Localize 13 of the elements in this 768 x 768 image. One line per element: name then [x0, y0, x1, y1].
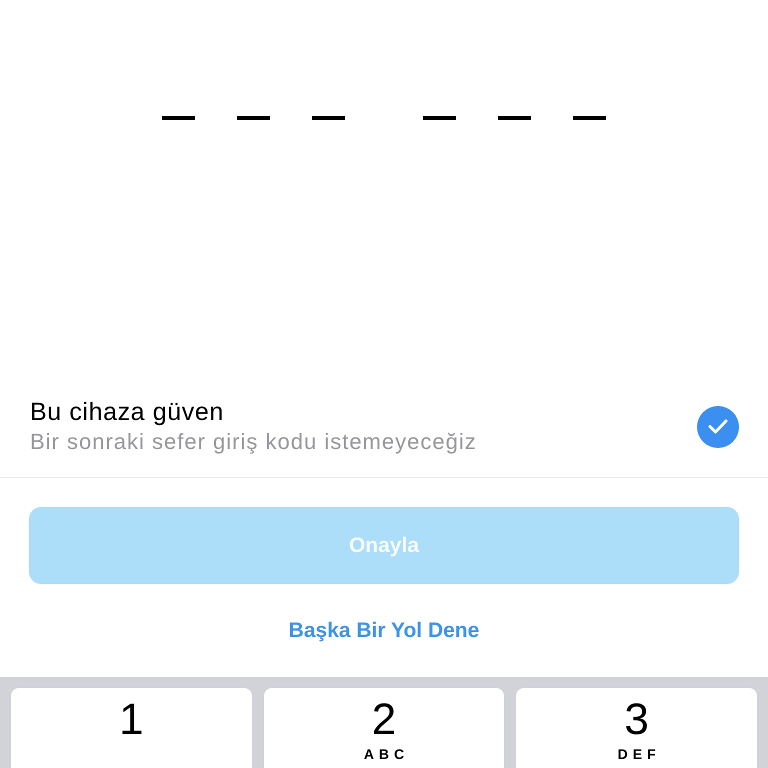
code-digit-field[interactable]: [498, 116, 531, 120]
keypad-key[interactable]: 2 ABC: [264, 688, 504, 768]
code-digit-field[interactable]: [312, 116, 345, 120]
checkmark-icon: [708, 419, 728, 434]
keypad-key[interactable]: 1: [11, 688, 252, 768]
code-digit-field[interactable]: [423, 116, 456, 120]
keypad-key[interactable]: 3 DEF: [516, 688, 757, 768]
trust-device-subtitle: Bir sonraki sefer giriş kodu istemeyeceğiz: [30, 429, 477, 455]
code-digit-field[interactable]: [573, 116, 606, 120]
trust-device-title: Bu cihaza güven: [30, 398, 224, 426]
code-digit-field[interactable]: [237, 116, 270, 120]
checkbox[interactable]: [697, 406, 739, 448]
code-digit-field[interactable]: [162, 116, 195, 120]
